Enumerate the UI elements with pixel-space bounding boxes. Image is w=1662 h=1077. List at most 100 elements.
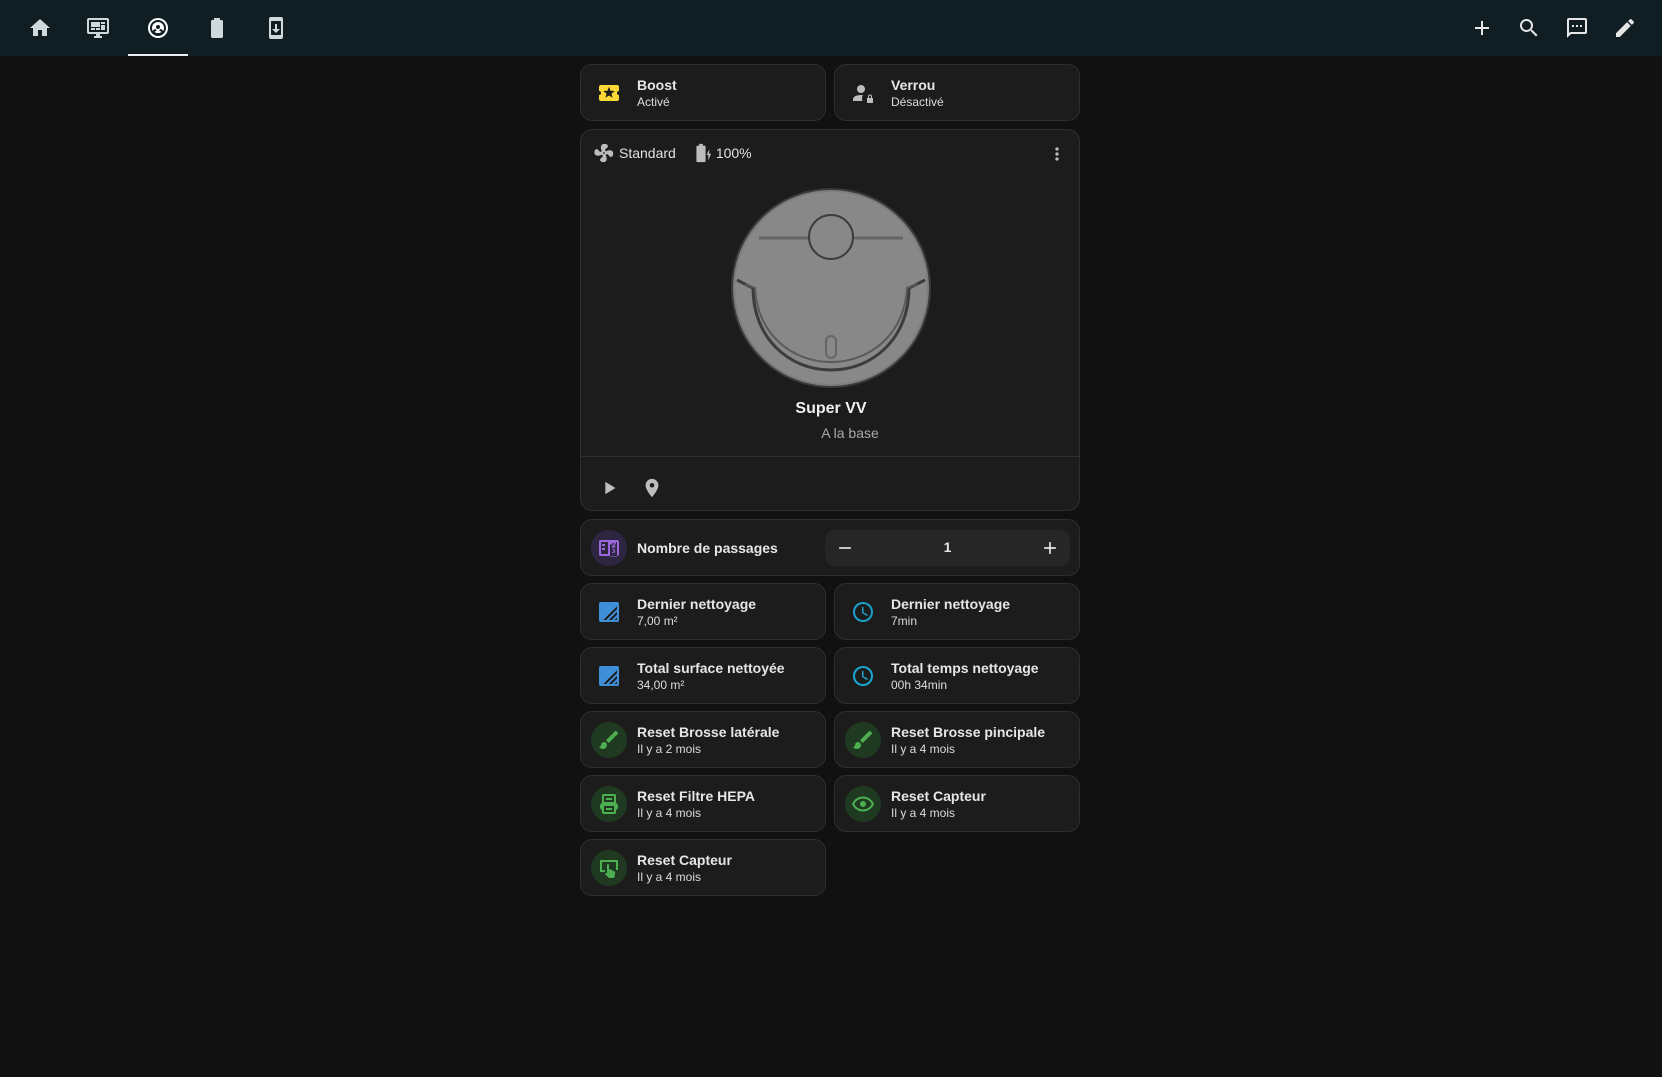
home-icon: [30, 19, 50, 36]
boost-icon-wrap: [591, 75, 627, 111]
tab-robot-vacuum[interactable]: [128, 0, 188, 56]
tile-value: Il y a 4 mois: [637, 869, 702, 884]
total-area-tile[interactable]: Total surface nettoyée 34,00 m²: [580, 647, 826, 704]
last-clean-duration-tile[interactable]: Dernier nettoyage 7min: [834, 583, 1080, 640]
tile-icon-wrap: [845, 594, 881, 630]
gesture-tap-icon: [600, 859, 618, 878]
lock-title: Verrou: [891, 76, 936, 93]
top-app-bar: [0, 0, 1662, 56]
boost-title: Boost: [637, 76, 677, 93]
plus-icon: [1044, 542, 1056, 554]
tile-value: 7min: [891, 613, 918, 628]
ticket-icon: [599, 84, 619, 101]
map-marker-icon: [645, 478, 659, 498]
passes-label: Nombre de passages: [637, 539, 778, 556]
increment-button[interactable]: [1038, 536, 1062, 560]
tile-title: Reset Capteur: [891, 787, 986, 804]
passes-value: 1: [943, 539, 952, 555]
vacuum-header: Standard 100%: [593, 142, 766, 164]
passes-stepper: 1: [825, 530, 1070, 566]
eye-icon: [852, 796, 874, 811]
tile-value: 34,00 m²: [637, 677, 685, 692]
boost-tile[interactable]: Boost Activé: [580, 64, 826, 121]
start-button[interactable]: [591, 470, 627, 506]
tile-icon-wrap: [845, 658, 881, 694]
fan-icon: [594, 143, 614, 163]
add-button[interactable]: [1462, 8, 1502, 48]
reset-sensor-tile[interactable]: Reset Capteur Il y a 4 mois: [834, 775, 1080, 832]
battery-charging-icon: [696, 143, 711, 163]
texture-box-icon: [599, 665, 619, 686]
tile-value: Il y a 2 mois: [637, 741, 702, 756]
tile-icon-wrap: [591, 658, 627, 694]
vacuum-card: Standard 100% Super VV A la base: [580, 129, 1080, 511]
tile-icon-wrap: [591, 721, 627, 758]
tile-icon-wrap: [845, 785, 881, 822]
lock-state: Désactivé: [891, 94, 944, 109]
reset-sensor-tile-2[interactable]: Reset Capteur Il y a 4 mois: [580, 839, 826, 896]
monitor-dashboard-icon: [87, 18, 109, 38]
tile-icon-wrap: [591, 594, 627, 630]
fan-speed-label: Standard: [619, 145, 676, 161]
tab-battery[interactable]: [187, 0, 247, 56]
dots-vertical-icon: [1055, 147, 1059, 161]
battery-icon: [211, 18, 223, 38]
tab-tablet[interactable]: [246, 0, 306, 56]
tile-title: Dernier nettoyage: [637, 595, 757, 612]
tile-title: Reset Filtre HEPA: [637, 787, 755, 804]
passes-tile: Nombre de passages 1: [580, 519, 1080, 576]
tile-value: 7,00 m²: [637, 613, 678, 628]
play-icon: [605, 481, 616, 495]
tile-title: Reset Brosse latérale: [637, 723, 780, 740]
assist-message-icon: [1567, 18, 1587, 38]
total-duration-tile[interactable]: Total temps nettoyage 00h 34min: [834, 647, 1080, 704]
brush-icon: [599, 730, 619, 749]
account-lock-icon: [853, 84, 873, 103]
counter-icon: [599, 539, 619, 557]
reset-side-brush-tile[interactable]: Reset Brosse latérale Il y a 2 mois: [580, 711, 826, 768]
tile-title: Reset Brosse pincipale: [891, 723, 1046, 740]
fan-speed-chip[interactable]: Standard: [593, 142, 676, 164]
vacuum-state: A la base: [821, 425, 879, 441]
search-button[interactable]: [1509, 8, 1549, 48]
tile-icon-wrap: [845, 721, 881, 758]
locate-button[interactable]: [634, 470, 670, 506]
tile-icon-wrap: [591, 785, 627, 822]
tile-title: Reset Capteur: [637, 851, 732, 868]
vacuum-name: Super VV: [795, 400, 867, 417]
timer-outline-icon: [853, 601, 873, 622]
tile-title: Total temps nettoyage: [891, 659, 1039, 676]
tab-dashboard[interactable]: [68, 0, 128, 56]
lock-icon-wrap: [845, 75, 881, 111]
plus-icon: [1475, 21, 1489, 35]
timer-outline-icon: [853, 665, 873, 686]
lock-tile[interactable]: Verrou Désactivé: [834, 64, 1080, 121]
boost-state: Activé: [637, 94, 670, 109]
edit-dashboard-button[interactable]: [1605, 8, 1645, 48]
tile-title: Dernier nettoyage: [891, 595, 1011, 612]
reset-hepa-filter-tile[interactable]: Reset Filtre HEPA Il y a 4 mois: [580, 775, 826, 832]
tile-value: 00h 34min: [891, 677, 948, 692]
battery-chip: 100%: [690, 142, 752, 164]
last-clean-area-tile[interactable]: Dernier nettoyage 7,00 m²: [580, 583, 826, 640]
tab-home[interactable]: [10, 0, 70, 56]
reset-main-brush-tile[interactable]: Reset Brosse pincipale Il y a 4 mois: [834, 711, 1080, 768]
pencil-icon: [1616, 18, 1635, 37]
battery-level: 100%: [715, 145, 752, 161]
tile-value: Il y a 4 mois: [891, 805, 956, 820]
brush-icon: [853, 730, 873, 749]
assist-button[interactable]: [1557, 8, 1597, 48]
tile-value: Il y a 4 mois: [891, 741, 956, 756]
more-options-button[interactable]: [1045, 142, 1069, 166]
tile-value: Il y a 4 mois: [637, 805, 702, 820]
passes-icon-wrap: [591, 529, 627, 566]
robot-vacuum-image: [731, 188, 931, 388]
tile-title: Total surface nettoyée: [637, 659, 785, 676]
texture-box-icon: [599, 601, 619, 622]
tile-icon-wrap: [591, 849, 627, 886]
tablet-download-icon: [269, 17, 283, 39]
air-filter-icon: [599, 793, 619, 814]
search-icon: [1520, 19, 1538, 37]
robot-vacuum-icon: [148, 18, 168, 38]
vacuum-divider: [581, 456, 1079, 457]
